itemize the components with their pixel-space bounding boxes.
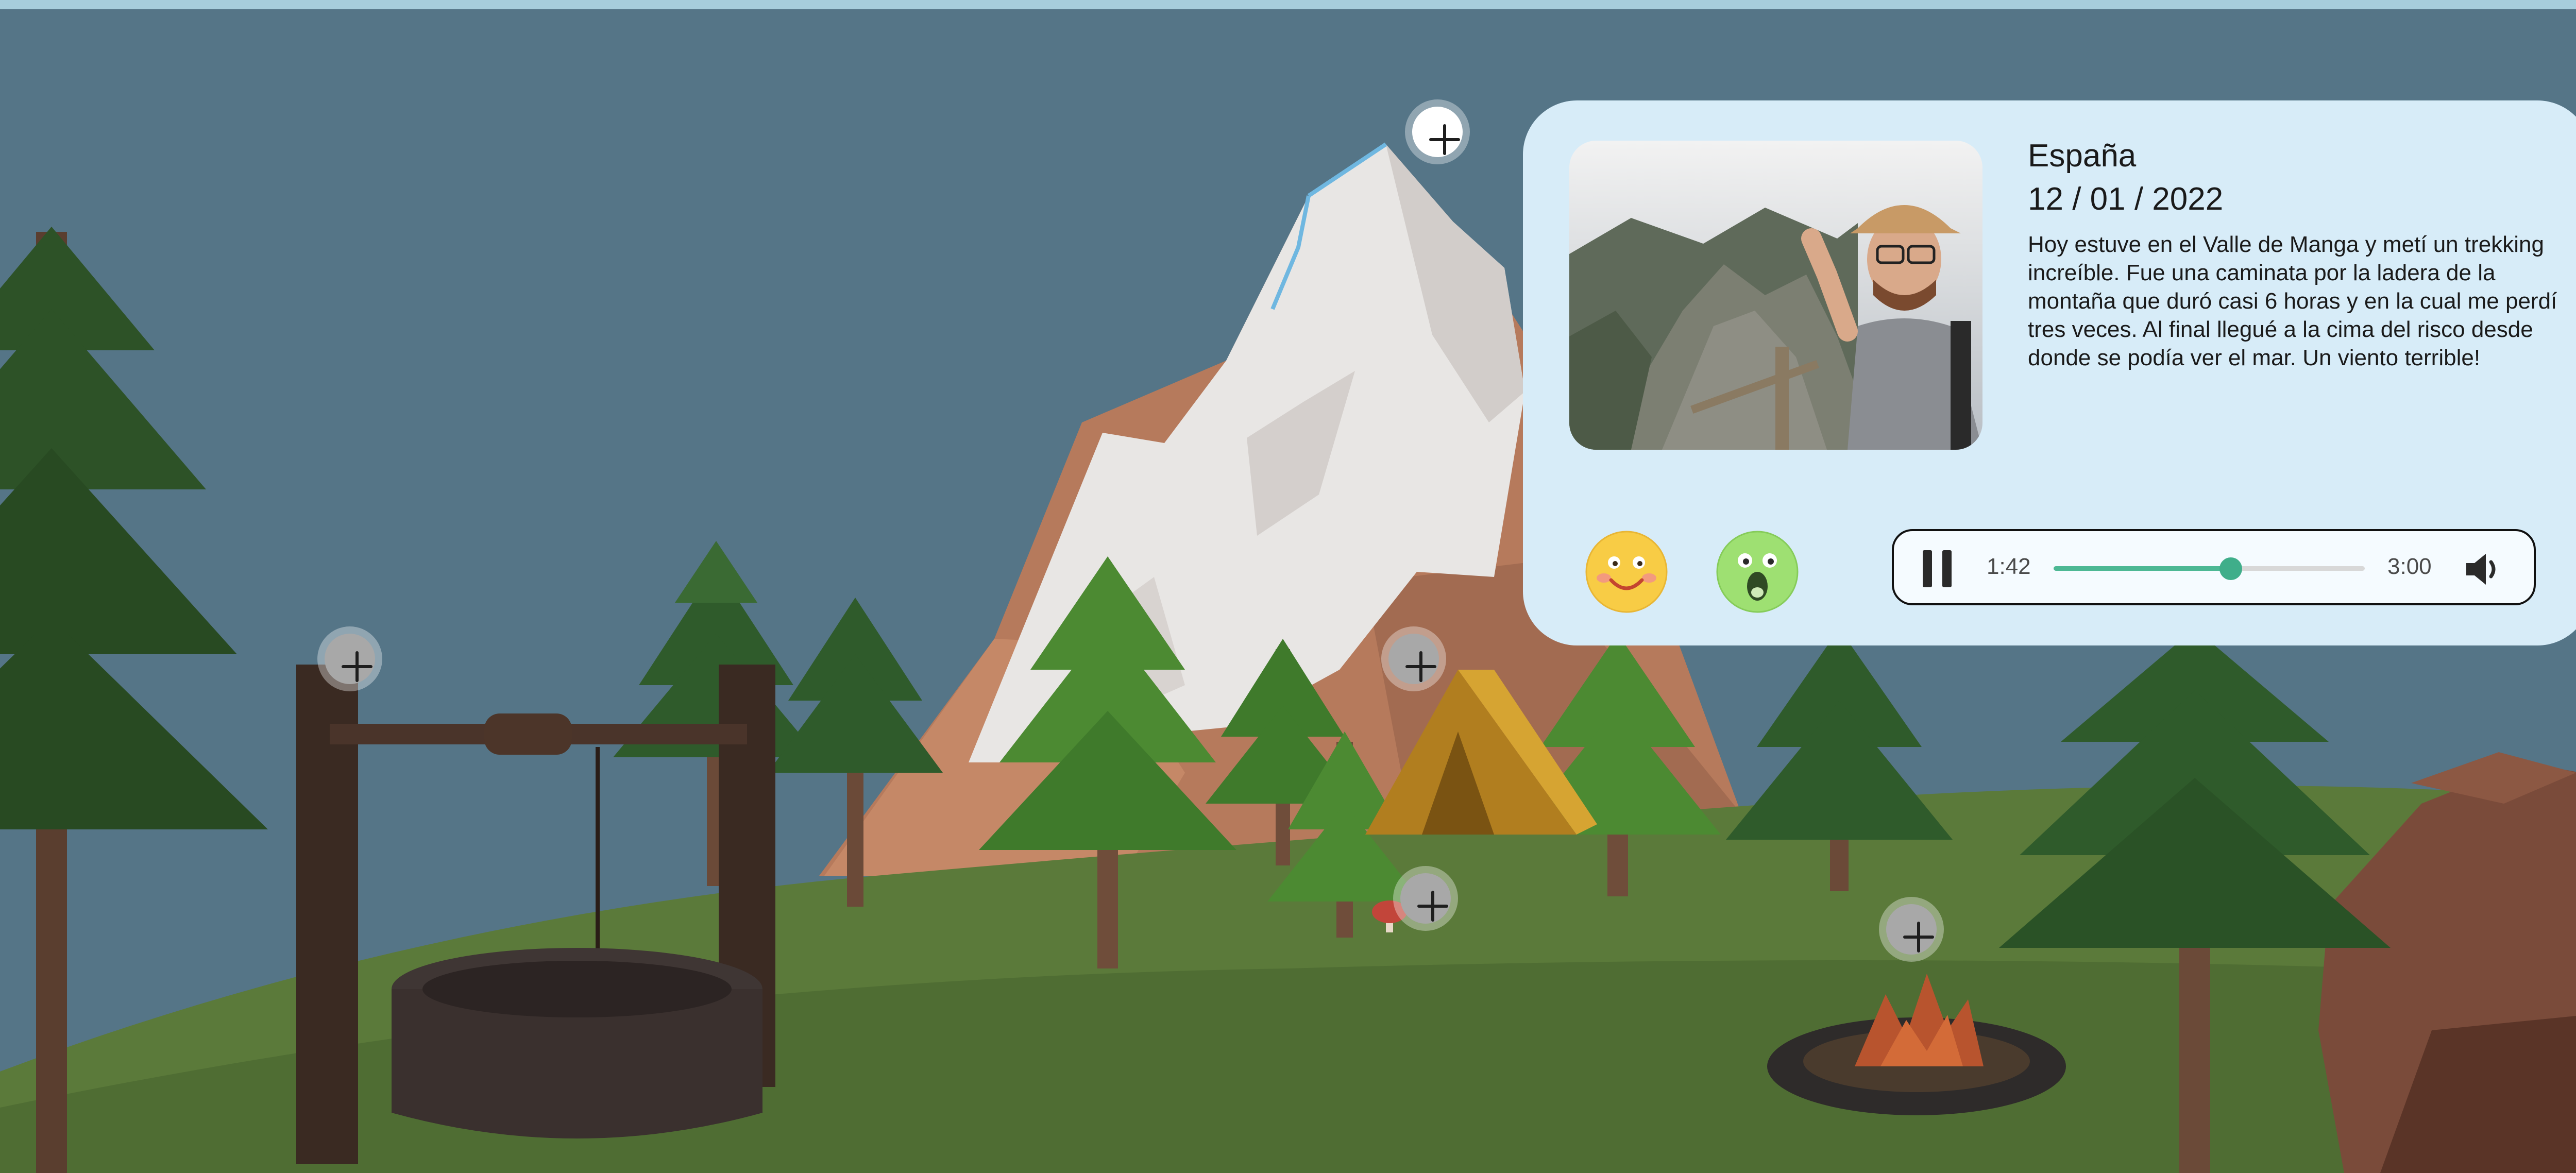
hotspot-well[interactable] <box>317 626 382 691</box>
current-time: 1:42 <box>1987 554 2031 579</box>
hotspot-mushroom[interactable] <box>1393 866 1458 931</box>
memory-card: España 12 / 01 / 2022 Hoy estuve en el V… <box>1523 100 2576 645</box>
plus-icon <box>1412 107 1463 157</box>
shocked-face-icon[interactable] <box>1716 531 1799 613</box>
audio-player: 1:42 3:00 <box>1892 529 2536 605</box>
happy-face-icon[interactable] <box>1585 531 1668 613</box>
plus-icon <box>1400 873 1451 924</box>
hotspot-tent[interactable] <box>1381 626 1446 691</box>
hotspot-campfire[interactable] <box>1879 897 1944 962</box>
pause-icon[interactable] <box>1923 550 1954 587</box>
progress-thumb[interactable] <box>2219 557 2243 580</box>
date-label: 12 / 01 / 2022 <box>2028 181 2224 217</box>
country-label: España <box>2028 138 2137 174</box>
memory-info: España 12 / 01 / 2022 Hoy estuve en el V… <box>2028 137 2558 372</box>
hotspot-mountain-peak[interactable] <box>1405 99 1470 164</box>
progress-slider[interactable] <box>2054 557 2365 580</box>
total-time: 3:00 <box>2387 554 2432 579</box>
memory-photo <box>1569 141 1982 450</box>
speaker-icon[interactable] <box>2463 549 2504 590</box>
story-text: Hoy estuve en el Valle de Manga y metí u… <box>2028 232 2557 370</box>
progress-fill <box>2054 566 2231 571</box>
plus-icon <box>1388 634 1439 684</box>
plus-icon <box>1886 904 1937 955</box>
plus-icon <box>325 634 375 684</box>
